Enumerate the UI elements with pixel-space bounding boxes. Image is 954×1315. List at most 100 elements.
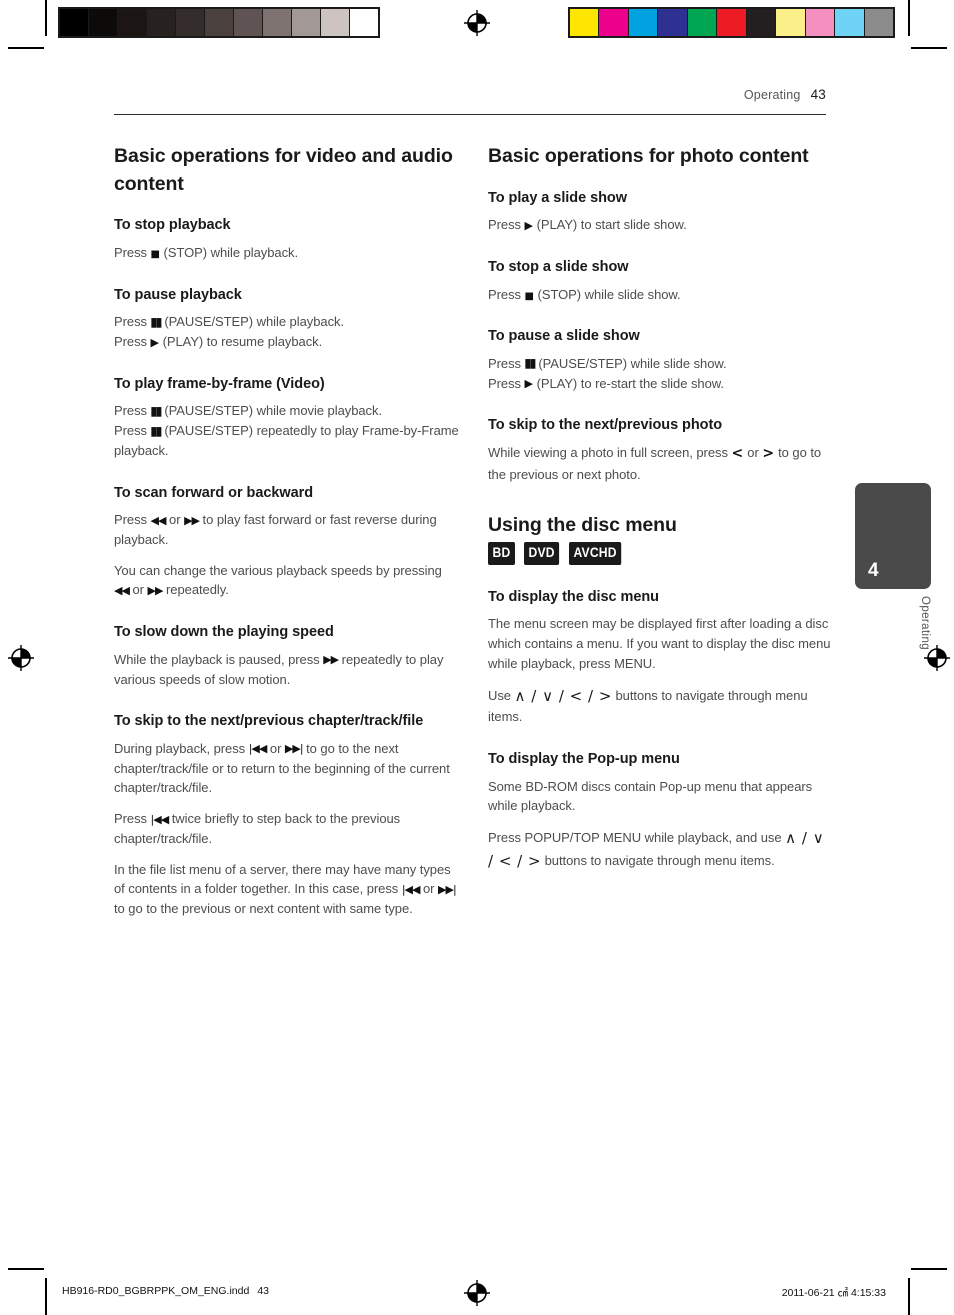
disc-type-badge-avchd: AVCHD — [569, 542, 622, 565]
skip-next-icon: ▶▶| — [284, 742, 304, 756]
page-number: 43 — [810, 87, 826, 102]
body-text: buttons to navigate through menu items. — [541, 852, 775, 868]
pause-icon: ▮▮ — [150, 423, 163, 438]
body-paragraph: While the playback is paused, press ▶▶ r… — [114, 650, 459, 690]
footer-filename: HB916-RD0_BGBRPPK_OM_ENG.indd 43 — [62, 1285, 269, 1297]
body-text: (PAUSE/STEP) while playback. — [160, 314, 345, 330]
body-text: Press — [114, 811, 151, 827]
body-text: or — [743, 445, 763, 460]
disc-type-badge-dvd: DVD — [523, 542, 560, 565]
subsection-heading: To slow down the playing speed — [114, 624, 334, 641]
skip-previous-icon: |◀◀ — [150, 812, 170, 826]
body-text: Use — [488, 687, 515, 703]
body-paragraph: Press ▮▮ (PAUSE/STEP) while movie playba… — [114, 401, 459, 460]
arrow-left-icon: < — [731, 445, 744, 462]
play-icon: ▶ — [524, 377, 534, 391]
body-text: (PAUSE/STEP) repeatedly to play Frame-by… — [114, 423, 459, 458]
body-paragraph: Press ■ (STOP) while slide show. — [488, 285, 833, 305]
body-text: to go to the previous or next content wi… — [114, 901, 413, 917]
subsection-heading: To play frame-by-frame (Video) — [114, 375, 325, 392]
chapter-thumb-tab: 4 — [855, 483, 931, 589]
body-paragraph: In the file list menu of a server, there… — [114, 860, 459, 919]
body-paragraph: The menu screen may be displayed first a… — [488, 614, 833, 673]
body-text: Press — [114, 423, 151, 439]
body-text: Press — [488, 217, 525, 233]
page-header: Operating 43 — [114, 88, 826, 102]
body-text: Press — [114, 314, 151, 330]
body-text: (PLAY) to re-start the slide show. — [533, 375, 724, 391]
fast-forward-icon: ▶▶ — [323, 653, 339, 667]
subsection-heading: To stop playback — [114, 217, 231, 234]
body-paragraph: Use ∧ / ∨ / < / > buttons to navigate th… — [488, 685, 833, 728]
header-divider — [114, 114, 826, 115]
body-text: or — [128, 582, 148, 598]
body-text: Press — [114, 512, 151, 528]
dpad-icons: ∧ / ∨ / < / > — [514, 686, 612, 705]
disc-type-badge-row: BD DVD AVCHD — [488, 542, 833, 565]
body-text: repeatedly. — [162, 582, 229, 598]
rewind-icon: ◀◀ — [150, 513, 167, 527]
footer-timestamp: 2011-06-21 ㎠ 4:15:33 — [781, 1287, 886, 1299]
play-icon: ▶ — [524, 218, 534, 232]
body-text: (STOP) while playback. — [160, 244, 299, 260]
stop-icon: ■ — [524, 290, 534, 302]
body-text: While the playback is paused, press — [114, 651, 324, 667]
disc-type-badge-bd: BD — [488, 542, 515, 565]
pause-icon: ▮▮ — [150, 403, 163, 418]
manual-page: Operating 43 Basic operations for video a… — [0, 0, 954, 1315]
body-paragraph: While viewing a photo in full screen, pr… — [488, 443, 833, 485]
body-paragraph: Press ■ (STOP) while playback. — [114, 243, 459, 263]
skip-previous-icon: |◀◀ — [248, 742, 268, 756]
left-column-title: Basic operations for video and audio con… — [114, 145, 453, 195]
body-text: Some BD-ROM discs contain Pop-up menu th… — [488, 778, 813, 814]
skip-previous-icon: |◀◀ — [401, 882, 421, 896]
body-text: (PAUSE/STEP) while slide show. — [534, 355, 727, 371]
chapter-number: 4 — [868, 560, 879, 581]
stop-icon: ■ — [150, 248, 160, 260]
header-section-name: Operating — [743, 88, 801, 102]
subsection-heading: To scan forward or backward — [114, 484, 314, 501]
body-text: Press — [114, 334, 151, 350]
chapter-label: Operating — [919, 596, 931, 651]
body-text: (PLAY) to resume playback. — [159, 334, 323, 350]
subsection-heading: To pause a slide show — [488, 328, 640, 345]
subsection-heading: To stop a slide show — [488, 259, 629, 276]
right-column-title: Basic operations for photo content — [488, 145, 809, 167]
body-text: or — [165, 512, 185, 528]
fast-forward-icon: ▶▶ — [147, 583, 164, 597]
left-text-column: Basic operations for video and audio con… — [114, 143, 459, 930]
footer-page-number: 43 — [257, 1285, 270, 1297]
play-icon: ▶ — [150, 335, 160, 349]
body-paragraph: Some BD-ROM discs contain Pop-up menu th… — [488, 777, 833, 817]
body-text: You can change the various playback spee… — [114, 562, 442, 578]
body-text: (PLAY) to start slide show. — [533, 217, 687, 233]
body-text: (STOP) while slide show. — [534, 286, 681, 302]
pause-icon: ▮▮ — [524, 356, 537, 371]
footer-filename-text: HB916-RD0_BGBRPPK_OM_ENG.indd — [62, 1285, 250, 1297]
subsection-heading: To display the disc menu — [488, 588, 659, 605]
subsection-heading: To skip to the next/previous chapter/tra… — [114, 713, 424, 730]
body-text: In the file list menu of a server, there… — [114, 861, 451, 897]
body-paragraph: During playback, press |◀◀ or ▶▶| to go … — [114, 739, 459, 798]
body-paragraph: You can change the various playback spee… — [114, 561, 459, 601]
arrow-right-icon: > — [762, 445, 775, 462]
subsection-heading: To skip to the next/previous photo — [488, 417, 723, 434]
body-paragraph: Press POPUP/TOP MENU while playback, and… — [488, 827, 833, 873]
left-column-sections: To stop playback Press ■ (STOP) while pla… — [114, 215, 459, 918]
subsection-heading: To display the Pop-up menu — [488, 751, 680, 768]
disc-menu-title: Using the disc menu — [488, 513, 677, 536]
body-text: Press — [114, 403, 151, 419]
pause-icon: ▮▮ — [150, 314, 163, 329]
body-text: Press — [488, 355, 525, 371]
body-text: or — [419, 881, 439, 897]
skip-next-icon: ▶▶| — [438, 882, 457, 896]
subsection-heading: To play a slide show — [488, 189, 627, 206]
body-text: Press — [488, 375, 525, 391]
right-column-sections: To play a slide show Press ▶ (PLAY) to st… — [488, 188, 833, 485]
body-paragraph: Press ▶ (PLAY) to start slide show. — [488, 215, 833, 235]
body-text: or — [266, 740, 285, 756]
subsection-heading: To pause playback — [114, 286, 242, 303]
body-paragraph: Press |◀◀ twice briefly to step back to … — [114, 809, 459, 849]
body-text: The menu screen may be displayed first a… — [488, 616, 831, 671]
body-paragraph: Press ▮▮ (PAUSE/STEP) while playback. Pre… — [114, 312, 459, 352]
